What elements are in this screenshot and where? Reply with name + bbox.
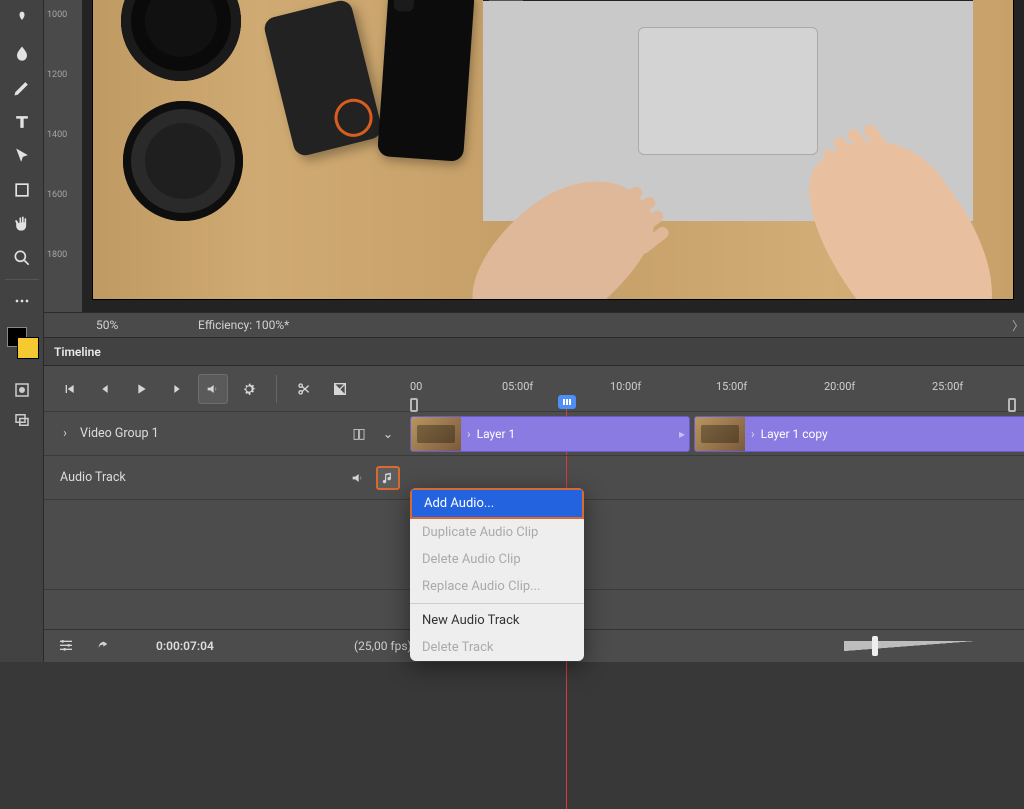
menu-new-audio-track[interactable]: New Audio Track: [410, 607, 584, 634]
ruler-mark: 15:00f: [716, 380, 747, 393]
timeline-panel-title: Timeline: [54, 345, 101, 359]
video-clip[interactable]: › Layer 1 ▸: [410, 416, 690, 452]
audio-track-name: Audio Track: [60, 470, 126, 485]
goto-start-button[interactable]: [54, 374, 84, 404]
fps-label: (25,00 fps): [354, 639, 412, 653]
next-frame-button[interactable]: [162, 374, 192, 404]
ruler-mark: 10:00f: [610, 380, 641, 393]
ruler-v-label: 1600: [47, 190, 67, 200]
speaker-icon[interactable]: [346, 466, 370, 490]
menu-delete-track[interactable]: Delete Track: [410, 634, 584, 661]
ruler-v-label: 1200: [47, 70, 67, 80]
foreground-color-swatch[interactable]: [17, 337, 39, 359]
menu-delete-audio-clip[interactable]: Delete Audio Clip: [410, 546, 584, 573]
quickmask-icon[interactable]: [11, 379, 33, 401]
clip-thumbnail: [695, 417, 745, 451]
chevron-right-icon: ›: [467, 427, 471, 441]
timeline-ruler[interactable]: 00 05:00f 10:00f 15:00f 20:00f 25:00f 30…: [410, 366, 1014, 412]
menu-add-audio[interactable]: Add Audio...: [410, 488, 584, 519]
clip-label: Layer 1 copy: [761, 427, 828, 441]
efficiency-label: Efficiency: 100%*: [198, 318, 1002, 332]
zoom-level[interactable]: 50%: [96, 318, 166, 332]
color-swatches[interactable]: [5, 325, 39, 367]
music-note-icon[interactable]: [376, 466, 400, 490]
controls-separator: [276, 375, 277, 403]
audio-context-menu: Add Audio... Duplicate Audio Clip Delete…: [410, 488, 584, 661]
zoom-handle[interactable]: [872, 636, 878, 656]
ruler-mark: 25:00f: [932, 380, 963, 393]
ruler-mark: 05:00f: [502, 380, 533, 393]
playhead[interactable]: [558, 395, 576, 409]
mute-button[interactable]: [198, 374, 228, 404]
toolbar-divider: [5, 279, 39, 280]
options-icon[interactable]: [54, 634, 78, 658]
timeline-controls: 00 05:00f 10:00f 15:00f 20:00f 25:00f 30…: [44, 366, 1024, 412]
video-group-row[interactable]: › Video Group 1 ▯▯ ⌄ › Layer 1 ▸: [44, 412, 1024, 456]
hand-tool-icon[interactable]: [6, 208, 38, 240]
timeline-zoom-slider[interactable]: [844, 641, 974, 651]
zoom-tool-icon[interactable]: [6, 242, 38, 274]
status-strip: 50% Efficiency: 100%* 〉: [44, 312, 1024, 338]
preview-canvas[interactable]: [82, 0, 1024, 312]
redo-icon[interactable]: [90, 634, 114, 658]
work-area-start[interactable]: [410, 398, 418, 412]
canvas-area: 1000 1200 1400 1600 1800: [44, 0, 1024, 312]
chevron-right-icon: ›: [751, 427, 755, 441]
video-track-lane[interactable]: › Layer 1 ▸ › Layer 1 copy ▸: [410, 412, 1024, 455]
video-frame: [92, 0, 1014, 300]
clip-end-icon: ▸: [679, 427, 685, 441]
vertical-ruler: 1000 1200 1400 1600 1800: [44, 0, 82, 312]
menu-replace-audio-clip[interactable]: Replace Audio Clip...: [410, 573, 584, 600]
timeline-panel-header: Timeline: [44, 338, 1024, 366]
transition-button[interactable]: [325, 374, 355, 404]
eyedropper-tool-icon[interactable]: [6, 4, 38, 36]
filmstrip-icon[interactable]: ▯▯: [346, 422, 370, 446]
settings-button[interactable]: [234, 374, 264, 404]
clip-thumbnail: [411, 417, 461, 451]
menu-duplicate-audio-clip[interactable]: Duplicate Audio Clip: [410, 519, 584, 546]
split-button[interactable]: [289, 374, 319, 404]
expand-icon[interactable]: ›: [60, 426, 70, 441]
ruler-mark: 00: [410, 380, 422, 393]
pen-tool-icon[interactable]: [6, 72, 38, 104]
ruler-v-label: 1400: [47, 130, 67, 140]
video-clip[interactable]: › Layer 1 copy ▸: [694, 416, 1024, 452]
shape-tool-icon[interactable]: [6, 174, 38, 206]
timecode[interactable]: 0:00:07:04: [156, 639, 342, 653]
screen-mode-icon[interactable]: [11, 409, 33, 431]
menu-separator: [410, 603, 584, 604]
ruler-v-label: 1000: [47, 10, 67, 20]
work-area-end[interactable]: [1008, 398, 1016, 412]
ellipsis-tool-icon[interactable]: [6, 285, 38, 317]
clip-label: Layer 1: [477, 427, 516, 441]
ruler-mark: 20:00f: [824, 380, 855, 393]
arrow-tool-icon[interactable]: [6, 140, 38, 172]
chevron-down-icon[interactable]: ⌄: [376, 422, 400, 446]
left-toolbar: [0, 0, 44, 662]
prev-frame-button[interactable]: [90, 374, 120, 404]
ruler-v-label: 1800: [47, 250, 67, 260]
video-group-name: Video Group 1: [80, 426, 159, 441]
blur-tool-icon[interactable]: [6, 38, 38, 70]
play-button[interactable]: [126, 374, 156, 404]
text-tool-icon[interactable]: [6, 106, 38, 138]
status-chevron-icon[interactable]: 〉: [1012, 317, 1024, 334]
